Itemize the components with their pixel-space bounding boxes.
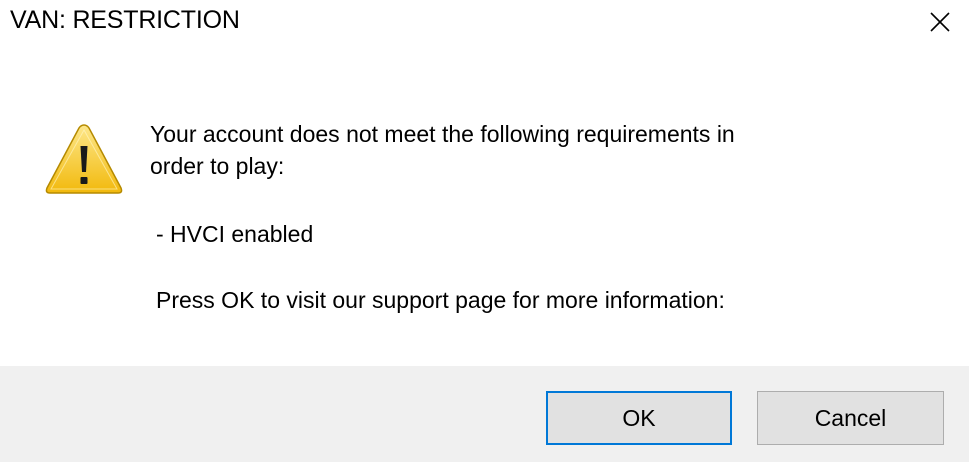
message-line-2: order to play: <box>150 153 285 179</box>
cancel-button[interactable]: Cancel <box>757 391 944 445</box>
dialog-content: Your account does not meet the following… <box>0 44 969 366</box>
message-line-1: Your account does not meet the following… <box>150 121 735 147</box>
close-button[interactable] <box>912 0 968 44</box>
button-bar: OK Cancel <box>0 366 969 462</box>
ok-button[interactable]: OK <box>546 391 732 445</box>
message-dialog: VAN: RESTRICTION Your account does not m… <box>0 0 969 462</box>
warning-icon <box>45 124 123 194</box>
dialog-title: VAN: RESTRICTION <box>10 6 240 34</box>
instruction-text: Press OK to visit our support page for m… <box>156 287 725 313</box>
requirement-text: - HVCI enabled <box>156 221 314 247</box>
close-icon <box>930 12 950 32</box>
